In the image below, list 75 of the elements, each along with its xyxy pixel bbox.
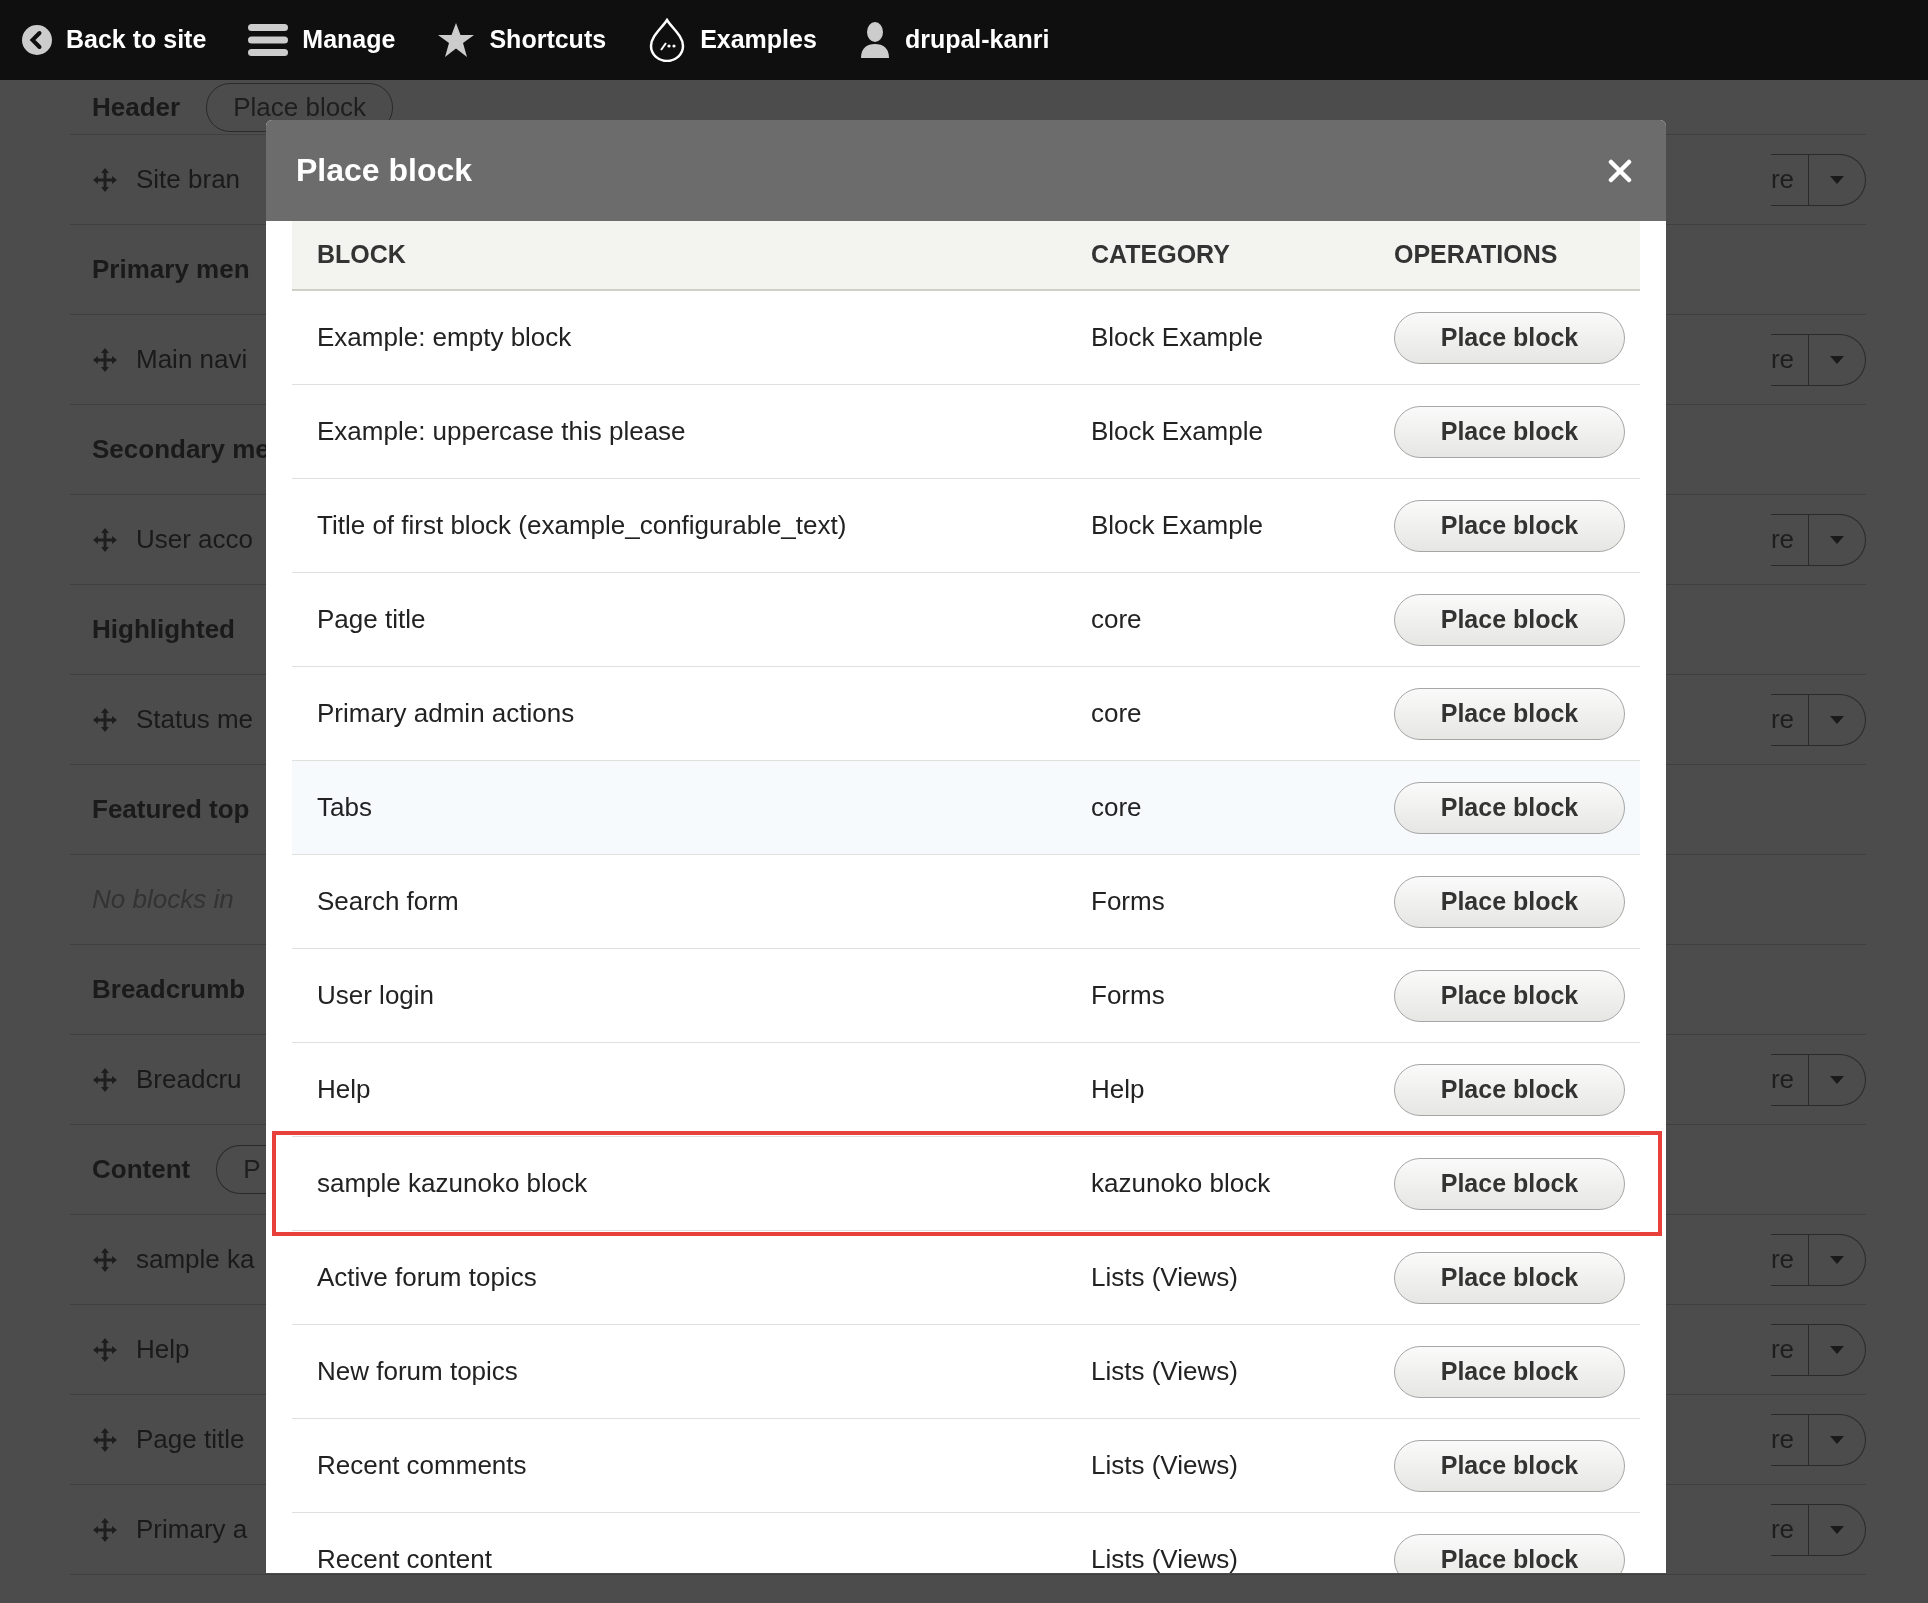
caret-icon[interactable] — [1829, 354, 1845, 365]
move-handle-icon[interactable] — [92, 1066, 118, 1093]
table-cell-text: Lists (Views) — [1090, 1543, 1239, 1573]
caret-icon[interactable] — [1829, 1344, 1845, 1355]
place-block-button[interactable]: Place block — [1394, 875, 1625, 928]
table-cell-text: Recent content — [316, 1543, 493, 1573]
table-cell-text: Title of first block (example_configurable_text) — [316, 509, 848, 542]
move-handle-icon[interactable] — [92, 346, 118, 373]
back-icon — [22, 25, 52, 55]
table-cell-text: core — [1090, 697, 1143, 730]
toolbar-link[interactable]: Back to site — [22, 21, 207, 59]
table-cell-text: Example: empty block — [316, 321, 573, 354]
place-block-button[interactable]: Place block — [1394, 781, 1625, 834]
table-cell-text: core — [1090, 791, 1143, 824]
dialog-title: Place block — [296, 151, 473, 190]
table-cell-text: Block Example — [1090, 509, 1264, 542]
table-cell-text: Primary admin actions — [316, 697, 576, 730]
place-block-button[interactable]: Place block — [1394, 1063, 1625, 1116]
table-cell-text: kazunoko block — [1090, 1167, 1272, 1200]
table-cell-text: Lists (Views) — [1090, 1355, 1239, 1388]
move-handle-icon[interactable] — [92, 1426, 118, 1453]
caret-icon[interactable] — [1829, 714, 1845, 725]
caret-icon[interactable] — [1829, 1434, 1845, 1445]
table-cell-text: Forms — [1090, 979, 1166, 1012]
table-cell-text: Help — [1090, 1073, 1146, 1106]
place-block-button[interactable]: Place block — [1394, 405, 1625, 458]
place-block-button[interactable]: Place block — [1394, 499, 1625, 552]
toolbar-link[interactable]: Examples — [648, 18, 817, 62]
table-cell-text: New forum topics — [316, 1355, 519, 1388]
place-block-button[interactable]: Place block — [1394, 969, 1625, 1022]
move-handle-icon[interactable] — [92, 1336, 118, 1363]
column-heading: BLOCK — [316, 239, 407, 271]
table-cell-text: Lists (Views) — [1090, 1449, 1239, 1482]
table-cell-text: core — [1090, 603, 1143, 636]
table-cell-text: Search form — [316, 885, 460, 918]
user-icon — [858, 22, 891, 58]
toolbar-link[interactable]: drupal-kanri — [858, 21, 1050, 59]
move-handle-icon[interactable] — [92, 1516, 118, 1543]
caret-icon[interactable] — [1829, 174, 1845, 185]
drop-icon — [648, 18, 687, 62]
place-block-button[interactable]: Place block — [1394, 1251, 1625, 1304]
table-cell-text: sample kazunoko block — [316, 1167, 589, 1200]
table-cell-text: Block Example — [1090, 415, 1264, 448]
place-block-button[interactable]: Place block — [1394, 1533, 1625, 1573]
caret-icon[interactable] — [1829, 1524, 1845, 1535]
move-handle-icon[interactable] — [92, 526, 118, 553]
table-cell-text: Block Example — [1090, 321, 1264, 354]
table-cell-text: User login — [316, 979, 436, 1012]
table-cell-text: Example: uppercase this please — [316, 415, 687, 448]
menu-icon — [248, 22, 289, 58]
place-block-button[interactable]: Place block — [1394, 1439, 1625, 1492]
table-cell-text: Active forum topics — [316, 1261, 538, 1294]
column-heading: OPERATIONS — [1393, 239, 1559, 271]
place-block-button[interactable]: Place block — [1394, 1157, 1625, 1210]
table-cell-text: Page title — [316, 603, 427, 636]
caret-icon[interactable] — [1829, 1074, 1845, 1085]
place-block-button[interactable]: Place block — [1394, 311, 1625, 364]
place-block-button[interactable]: Place block — [1394, 687, 1625, 740]
move-handle-icon[interactable] — [92, 166, 118, 193]
table-cell-text: Lists (Views) — [1090, 1261, 1239, 1294]
caret-icon[interactable] — [1829, 1254, 1845, 1265]
caret-icon[interactable] — [1829, 534, 1845, 545]
table-cell-text: Recent comments — [316, 1449, 528, 1482]
hovered-row[interactable]: Tabs core Place block — [292, 761, 1640, 855]
place-block-button[interactable]: Place block — [1394, 593, 1625, 646]
table-cell-text: Forms — [1090, 885, 1166, 918]
column-heading: CATEGORY — [1090, 239, 1231, 271]
table-cell-text: Tabs — [316, 791, 373, 824]
move-handle-icon[interactable] — [92, 706, 118, 733]
toolbar-link[interactable]: Manage — [248, 21, 396, 59]
table-cell-text: Help — [316, 1073, 372, 1106]
toolbar-link[interactable]: Shortcuts — [437, 21, 607, 59]
star-icon — [437, 22, 476, 58]
move-handle-icon[interactable] — [92, 1246, 118, 1273]
place-block-button[interactable]: Place block — [1394, 1345, 1625, 1398]
